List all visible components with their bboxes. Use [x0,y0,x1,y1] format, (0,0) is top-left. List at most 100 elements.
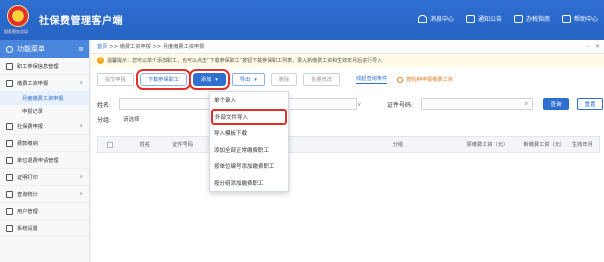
document-icon [6,62,13,70]
sidebar-item-label: 查询统计 [17,191,38,198]
tip-banner: ! 温馨提示：您可以单个添加职工，也可以点击“下载参保职工”按钮下载参保职工列表… [91,54,604,67]
guide-label: 办税指南 [525,16,550,23]
add-dropdown-menu: 单个录入 外部文件导入 导入模板下载 添加全部正常缴费职工 按单位编号添加缴费职… [209,91,289,192]
select-chevron-icon[interactable]: ∨ [357,101,377,108]
help-center-label: 帮助中心 [573,16,598,23]
search-button[interactable]: 查询 [543,98,569,110]
breadcrumb: 首页 >> 缴费工资申报 >> 月度缴费工资申报 [91,40,604,54]
guide-button[interactable]: 办税指南 [513,14,550,23]
info-icon: ! [97,57,104,64]
add-label: 添加 [200,77,212,83]
col-id-number: 证件号码 [172,142,194,148]
name-label: 姓名: [97,101,112,109]
submit-declaration-button[interactable]: 提交申报 [97,73,134,86]
menu-icon [6,45,13,53]
message-center-button[interactable]: 消息中心 [417,14,454,23]
sidebar-item-label: 缴费工资申报 [17,80,49,87]
id-number-input[interactable]: ⌕ [421,98,533,110]
chevron-down-icon: ∨ [79,174,83,180]
col-effective-month: 生效年月 [572,142,593,148]
menu-item-add-all-normal-workers[interactable]: 添加全部正常缴费职工 [210,142,288,159]
worker-table: 姓名 证件号码 分组 原缴费工资（元） 新缴费工资（元） 生效年月 [97,136,600,153]
close-icon[interactable]: ✕ [595,43,600,50]
export-label: 导出 [239,77,251,83]
menu-item-add-by-unit-number[interactable]: 按单位编号添加缴费职工 [210,158,288,175]
search-row-1: 姓名: ∨ 证件号码: ⌕ 查询 重置 [97,98,603,110]
print-icon [6,173,13,181]
sidebar-item-insured-info[interactable]: 职工参保信息管理 [0,58,89,75]
sidebar-item-query[interactable]: 查询统计 ∨ [0,186,89,203]
notice-icon [465,14,475,23]
chevron-up-icon: ∧ [79,80,83,86]
menu-item-single-entry[interactable]: 单个录入 [210,92,288,109]
id-number-label: 证件号码: [387,101,414,109]
tip-text: 温馨提示：您可以单个添加职工，也可以点击“下载参保职工”按钮下载参保职工列表，录… [107,58,383,64]
payment-icon [6,139,13,147]
sidebar-item-label: 职工参保信息管理 [17,63,59,70]
col-name: 姓名 [139,142,150,148]
declare-icon [6,122,13,130]
delete-button[interactable]: 删除 [270,73,298,86]
sidebar-item-settings[interactable]: 系统设置 [0,220,89,237]
menu-item-external-file-import[interactable]: 外部文件导入 [211,108,287,125]
menu-title: 功能菜单 [17,45,45,53]
sidebar-item-label: 社保费申报 [17,123,43,130]
guide-icon [513,14,523,23]
select-all-checkbox[interactable] [106,141,113,148]
batch-edit-button[interactable]: 批量修改 [303,73,341,86]
add-button[interactable]: 添加 ▾ [188,69,230,90]
breadcrumb-path: >> 缴费工资申报 >> 月度缴费工资申报 [109,44,205,50]
gear-icon [6,224,13,232]
sidebar-item-refund[interactable]: 单位退费申请管理 [0,152,89,169]
chevron-down-icon: ∨ [79,191,83,197]
notice-label: 通知公告 [477,16,502,23]
col-old-wage: 原缴费工资（元） [466,142,509,148]
main-content: 首页 >> 缴费工资申报 >> 月度缴费工资申报 – ✕ ! 温馨提示：您可以单… [91,40,604,262]
app-title: 社保费管理客户端 [39,16,123,27]
sidebar-item-label: 系统设置 [17,225,38,232]
sidebar-subitem-monthly-declaration[interactable]: 月度缴费工资申报 [0,92,89,105]
sidebar-item-social-insurance[interactable]: 社保费申报 ∨ [0,118,89,135]
search-icon[interactable]: ⌕ [525,101,528,108]
message-center-label: 消息中心 [429,16,454,23]
select-all-cell[interactable] [98,141,122,148]
chevron-down-icon: ∨ [79,123,83,129]
breadcrumb-home[interactable]: 首页 [97,43,107,50]
export-button[interactable]: 导出 ▾ [231,73,265,86]
sidebar-item-wage-declaration[interactable]: 缴费工资申报 ∧ [0,75,89,92]
radio-icon [397,76,404,83]
collapse-search-link[interactable]: 收起查询条件 [356,75,388,84]
message-icon [417,14,427,23]
wage-icon [6,79,13,87]
menu-item-template-download[interactable]: 导入模板下载 [210,125,288,142]
collapse-menu-icon[interactable]: ≡ [78,45,84,53]
sidebar-item-user-management[interactable]: 用户管理 [0,203,89,220]
logo-subtitle: 国家税务总局 [4,29,28,34]
header-actions: 消息中心 通知公告 办税指南 帮助中心 [417,14,598,23]
toolbar: 提交申报 下载参保职工 添加 ▾ 导出 ▾ 删除 批量修改 收起查询条件 按险种… [97,69,453,90]
chart-icon [6,190,13,198]
refund-icon [6,156,13,164]
window-controls: – ✕ [587,43,600,50]
sidebar-item-label: 费款缴纳 [17,140,38,147]
declare-by-insurance-type-label: 按险种申报缴费工资 [406,77,453,83]
sidebar-item-payment[interactable]: 费款缴纳 [0,135,89,152]
sidebar-subitem-declaration-records[interactable]: 申报记录 [0,105,89,118]
minimize-icon[interactable]: – [587,43,590,50]
sidebar-item-label: 单位退费申请管理 [17,157,59,164]
group-select[interactable]: 请选择 [119,113,189,125]
chevron-down-icon: ▾ [254,76,257,83]
notice-button[interactable]: 通知公告 [465,14,502,23]
help-center-button[interactable]: 帮助中心 [561,14,598,23]
table-header: 姓名 证件号码 分组 原缴费工资（元） 新缴费工资（元） 生效年月 [97,136,600,153]
reset-button[interactable]: 重置 [577,98,603,110]
sidebar-item-certificate-print[interactable]: 证明打印 ∨ [0,169,89,186]
download-insured-workers-button[interactable]: 下载参保职工 [135,69,191,90]
user-icon [6,207,13,215]
menu-item-add-by-group[interactable]: 按分组添加缴费职工 [210,175,288,192]
chevron-down-icon: ▾ [215,76,218,83]
declare-by-insurance-type-option[interactable]: 按险种申报缴费工资 [397,76,453,83]
group-label: 分组: [97,116,112,124]
help-icon [561,14,571,23]
sidebar-item-label: 证明打印 [17,174,38,181]
